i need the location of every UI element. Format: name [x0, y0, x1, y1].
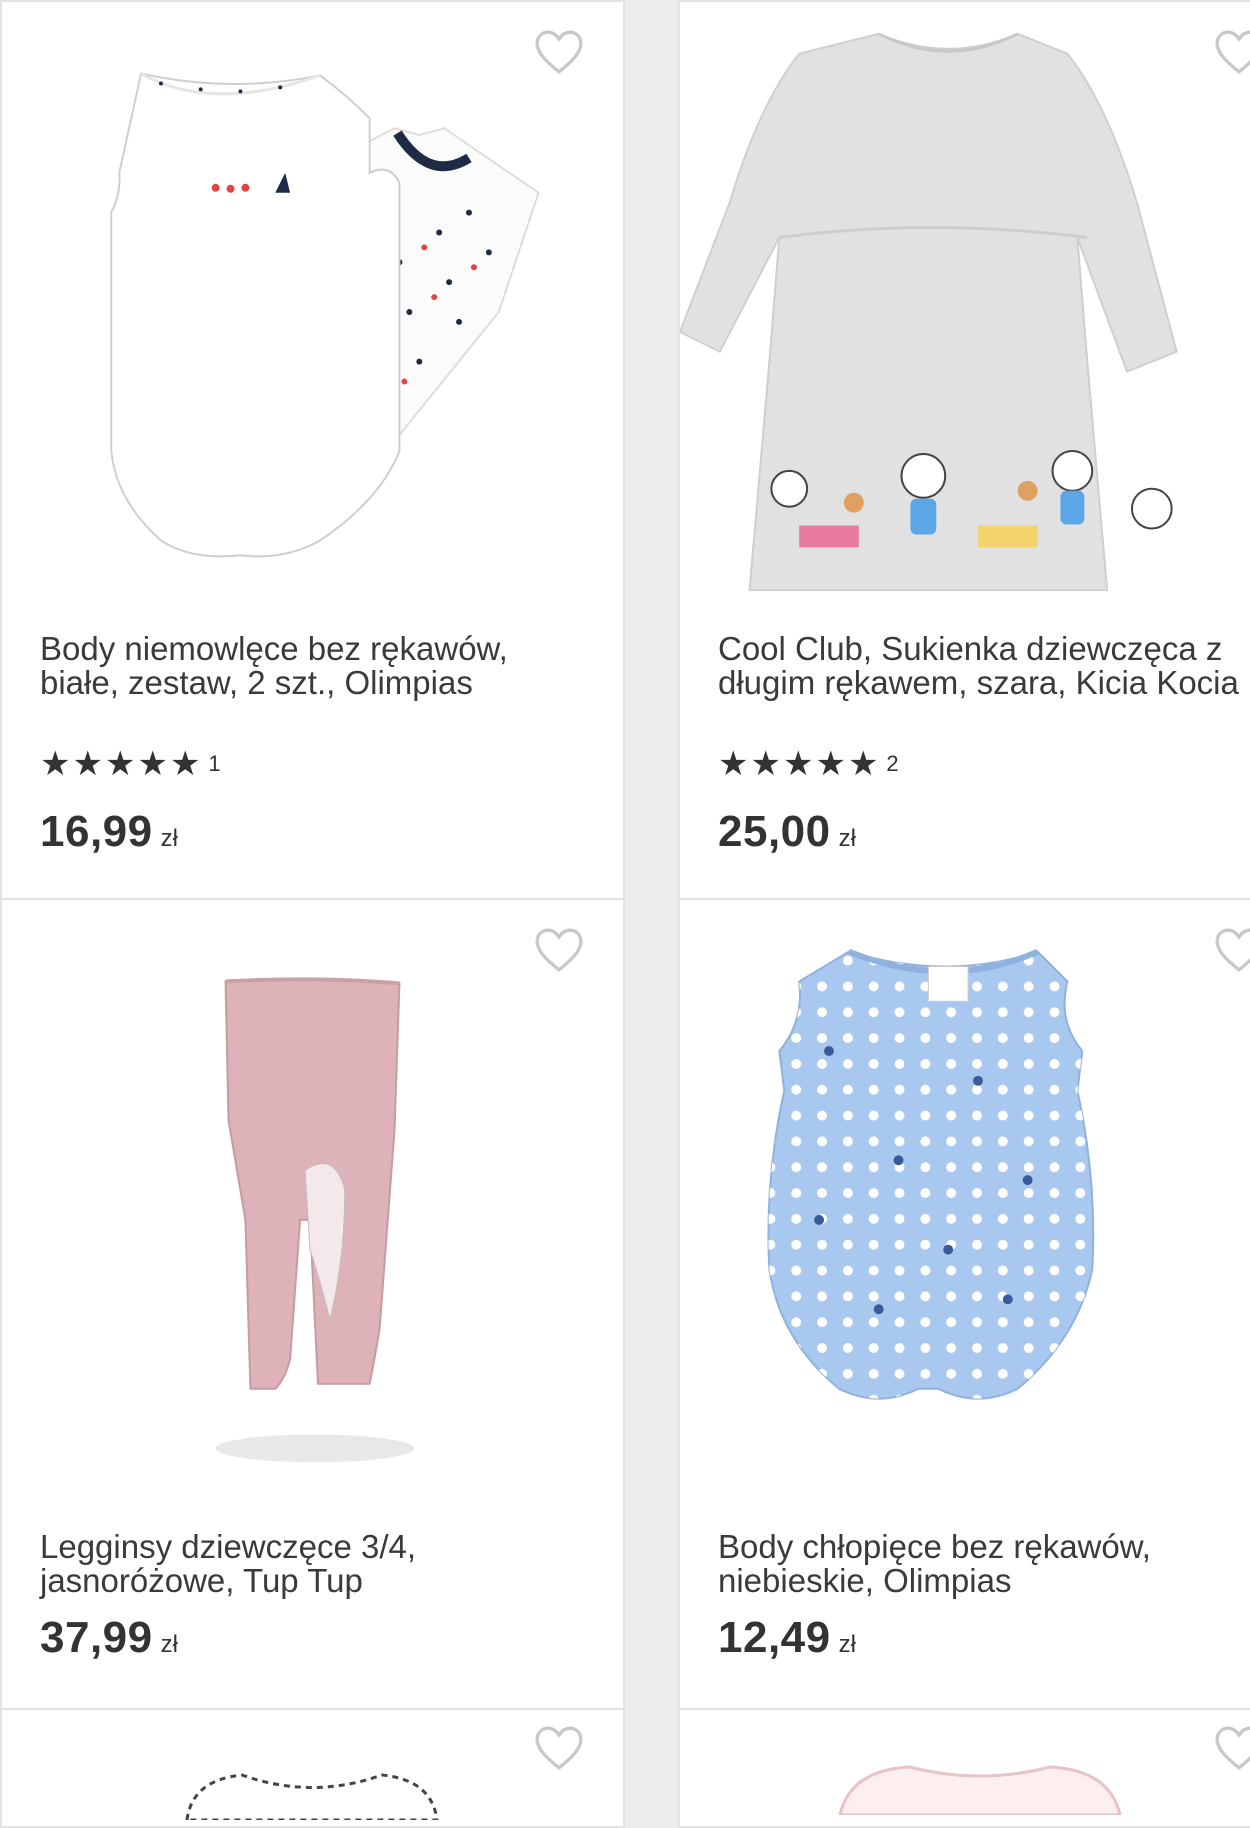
- star-icon: ★: [72, 745, 103, 783]
- star-icon: ★: [40, 745, 71, 783]
- product-title: Body niemowlęce bez rękawów, białe, zest…: [40, 632, 613, 700]
- price-amount: 16,99: [40, 807, 153, 856]
- star-icon: ★: [815, 745, 846, 783]
- star-icon: ★: [137, 745, 168, 783]
- product-title-line1: Body chłopięce bez rękawów,: [718, 1528, 1151, 1565]
- product-card[interactable]: Body niemowlęce bez rękawów, białe, zest…: [0, 0, 625, 900]
- star-icon: ★: [847, 745, 879, 783]
- product-image-partial[interactable]: [182, 1760, 442, 1822]
- product-image-partial[interactable]: [830, 1755, 1130, 1817]
- product-image-pink-leggings[interactable]: [2, 920, 623, 1480]
- favorite-heart-icon[interactable]: [533, 1724, 585, 1772]
- price-amount: 12,49: [718, 1613, 831, 1662]
- product-price: 25,00 zł: [718, 807, 856, 857]
- product-image-bodysuit-set[interactable]: [2, 22, 623, 592]
- product-card[interactable]: Body chłopięce bez rękawów, niebieskie, …: [678, 898, 1250, 1710]
- product-title-line2: białe, zestaw, 2 szt., Olimpias: [40, 664, 473, 701]
- product-title: Body chłopięce bez rękawów, niebieskie, …: [718, 1530, 1250, 1598]
- product-title: Legginsy dziewczęce 3/4, jasnoróżowe, Tu…: [40, 1530, 613, 1598]
- product-title-line2: jasnoróżowe, Tup Tup: [40, 1562, 363, 1599]
- rating: ★ ★ ★ ★ ★ 1: [40, 747, 221, 781]
- star-icon: ★: [750, 745, 781, 783]
- product-image-blue-bodysuit[interactable]: [680, 920, 1250, 1480]
- favorite-heart-icon[interactable]: [1213, 1724, 1250, 1772]
- price-currency: zł: [838, 1631, 856, 1658]
- rating-count: 2: [886, 751, 899, 776]
- product-price: 37,99 zł: [40, 1613, 178, 1663]
- star-icon: ★: [782, 745, 814, 783]
- product-title-line2: długim rękawem, szara, Kicia Kocia: [718, 664, 1239, 701]
- product-title-line1: Legginsy dziewczęce 3/4,: [40, 1528, 417, 1565]
- price-amount: 37,99: [40, 1613, 153, 1662]
- product-card[interactable]: [0, 1708, 625, 1828]
- product-card[interactable]: Legginsy dziewczęce 3/4, jasnoróżowe, Tu…: [0, 898, 625, 1710]
- product-title-line1: Body niemowlęce bez rękawów,: [40, 630, 508, 667]
- product-card[interactable]: Cool Club, Sukienka dziewczęca z długim …: [678, 0, 1250, 900]
- product-title: Cool Club, Sukienka dziewczęca z długim …: [718, 632, 1250, 700]
- price-currency: zł: [160, 1631, 178, 1658]
- product-card[interactable]: [678, 1708, 1250, 1828]
- product-title-line1: Cool Club, Sukienka dziewczęca z: [718, 630, 1223, 667]
- price-currency: zł: [838, 825, 856, 852]
- price-currency: zł: [160, 825, 178, 852]
- star-icon: ★: [104, 745, 136, 783]
- star-icon: ★: [169, 745, 201, 783]
- rating: ★ ★ ★ ★ ★ 2: [718, 747, 899, 781]
- rating-count: 1: [208, 751, 221, 776]
- price-amount: 25,00: [718, 807, 831, 856]
- product-title-line2: niebieskie, Olimpias: [718, 1562, 1012, 1599]
- product-price: 16,99 zł: [40, 807, 178, 857]
- star-icon: ★: [718, 745, 749, 783]
- product-price: 12,49 zł: [718, 1613, 856, 1663]
- product-image-grey-dress[interactable]: [680, 22, 1250, 592]
